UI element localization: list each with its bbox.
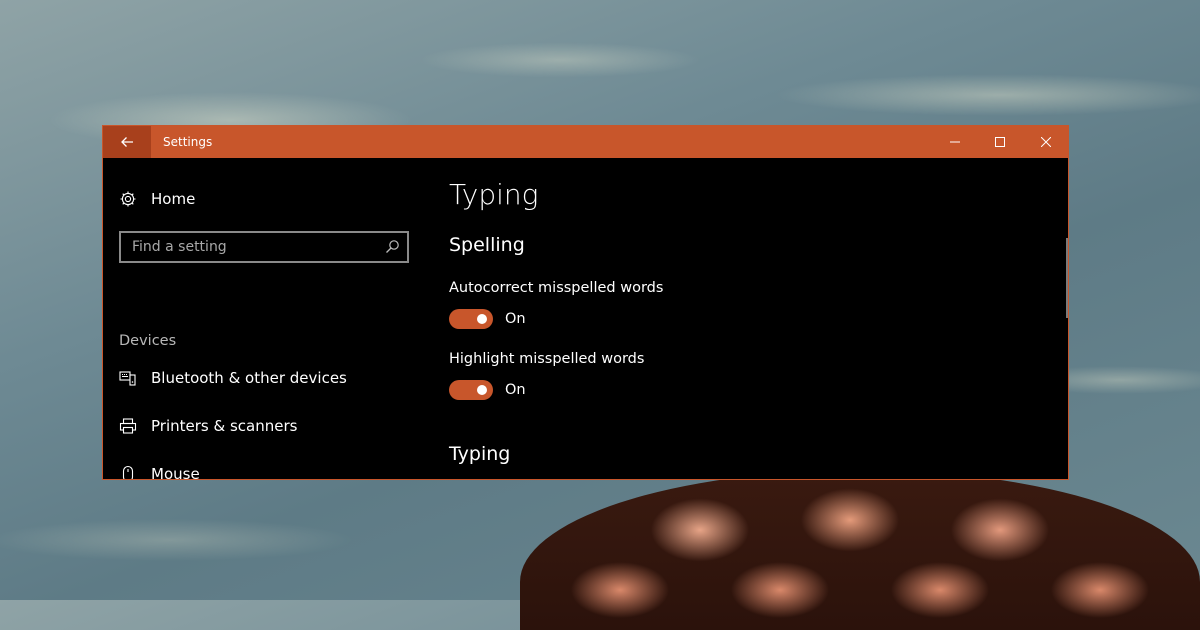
title-bar[interactable]: Settings (103, 126, 1068, 158)
minimize-icon (950, 141, 960, 143)
printer-icon (119, 417, 137, 435)
page-title: Typing (449, 178, 539, 211)
close-button[interactable] (1023, 126, 1068, 158)
section-heading-typing: Typing (449, 443, 511, 465)
setting-label-autocorrect: Autocorrect misspelled words (449, 280, 664, 296)
mouse-icon (119, 465, 137, 479)
toggle-knob (477, 385, 487, 395)
sidebar-item-printers[interactable]: Printers & scanners (119, 412, 297, 440)
sidebar-item-bluetooth[interactable]: Bluetooth & other devices (119, 364, 347, 392)
bluetooth-devices-icon (119, 369, 137, 387)
highlight-toggle[interactable] (449, 380, 493, 400)
minimize-button[interactable] (932, 126, 978, 158)
section-heading-spelling: Spelling (449, 234, 525, 256)
setting-label-highlight: Highlight misspelled words (449, 351, 645, 367)
search-icon[interactable] (385, 239, 400, 254)
main-content: Typing Spelling Autocorrect misspelled w… (449, 158, 1068, 479)
settings-window: Settings Home Find a setting Devices Blu… (102, 125, 1069, 480)
sidebar-item-label: Mouse (151, 465, 200, 480)
sidebar-item-mouse[interactable]: Mouse (119, 460, 200, 480)
sidebar-item-label: Bluetooth & other devices (151, 369, 347, 387)
close-icon (1041, 137, 1051, 147)
toggle-state: On (505, 311, 526, 327)
window-title: Settings (163, 135, 213, 149)
autocorrect-toggle[interactable] (449, 309, 493, 329)
maximize-icon (995, 137, 1005, 147)
back-arrow-icon (121, 137, 133, 147)
toggle-knob (477, 314, 487, 324)
sidebar-item-label: Printers & scanners (151, 417, 298, 435)
back-button[interactable] (103, 126, 151, 158)
section-label-devices: Devices (119, 333, 177, 349)
scrollbar[interactable] (1066, 238, 1068, 318)
search-input[interactable] (121, 233, 393, 261)
sidebar-item-label: Home (151, 190, 196, 208)
toggle-state: On (505, 382, 526, 398)
wallpaper-turtle (520, 470, 1200, 630)
search-box[interactable] (119, 231, 409, 263)
maximize-button[interactable] (977, 126, 1023, 158)
sidebar-item-home[interactable]: Home (119, 185, 195, 213)
highlight-toggle-row[interactable]: On (449, 379, 526, 401)
gear-icon (119, 190, 137, 208)
autocorrect-toggle-row[interactable]: On (449, 308, 526, 330)
sidebar: Home Devices Bluetooth & other devices (103, 158, 423, 479)
